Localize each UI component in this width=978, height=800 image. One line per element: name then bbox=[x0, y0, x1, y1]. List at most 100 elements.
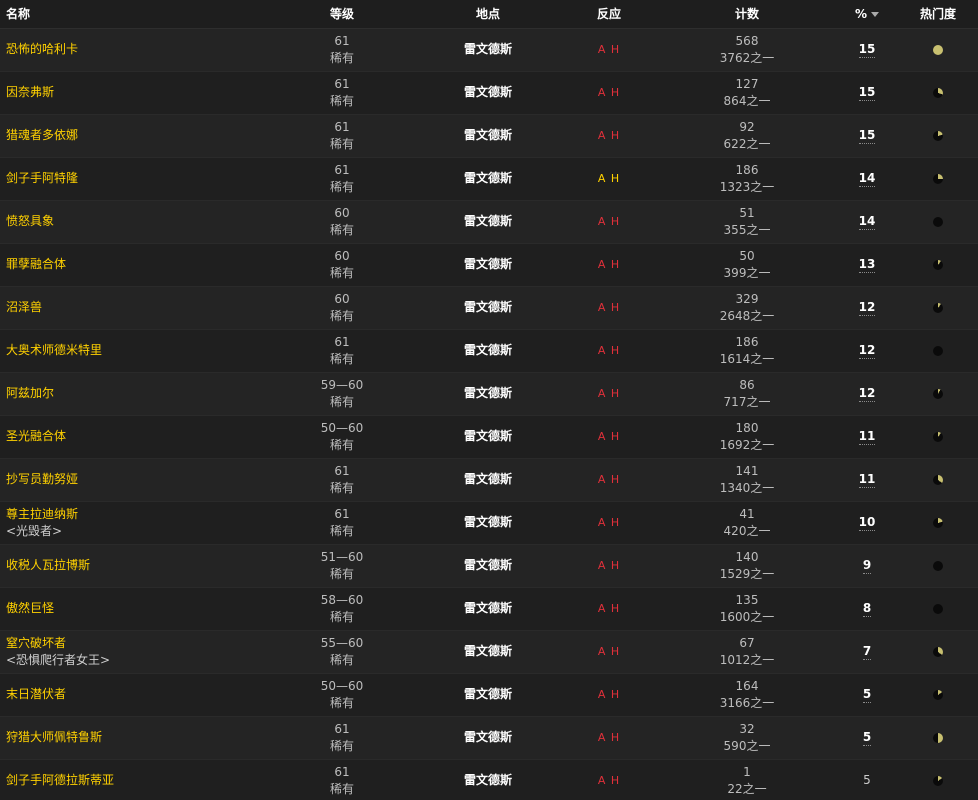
location-link[interactable]: 雷文德斯 bbox=[464, 171, 512, 185]
drop-percent[interactable]: 10 bbox=[858, 515, 876, 531]
column-header-name[interactable]: 名称 bbox=[0, 0, 268, 29]
table-row[interactable]: 剑子手阿特隆 61 稀有 雷文德斯 A H 186 1323之一 14 bbox=[0, 157, 978, 200]
column-header-reaction[interactable]: 反应 bbox=[560, 0, 658, 29]
npc-name-link[interactable]: 尊主拉迪纳斯 bbox=[6, 506, 268, 523]
column-header-popularity[interactable]: 热门度 bbox=[898, 0, 978, 29]
drop-percent[interactable]: 12 bbox=[858, 343, 876, 359]
location-link[interactable]: 雷文德斯 bbox=[464, 343, 512, 357]
drop-percent[interactable]: 7 bbox=[862, 644, 872, 660]
location-link[interactable]: 雷文德斯 bbox=[464, 515, 512, 529]
reaction-cell: A H bbox=[560, 329, 658, 372]
drop-percent[interactable]: 15 bbox=[858, 42, 876, 58]
npc-name-link[interactable]: 阿兹加尔 bbox=[6, 385, 268, 402]
table-row[interactable]: 窒穴破坏者 <恐惧爬行者女王> 55—60 稀有 雷文德斯 A H 67 1012之一 7 bbox=[0, 630, 978, 673]
table-row[interactable]: 恐怖的哈利卡 61 稀有 雷文德斯 A H 568 3762之一 15 bbox=[0, 28, 978, 71]
drop-total: 622之一 bbox=[723, 136, 771, 151]
table-row[interactable]: 圣光融合体 50—60 稀有 雷文德斯 A H 180 1692之一 11 bbox=[0, 415, 978, 458]
npc-name-link[interactable]: 圣光融合体 bbox=[6, 428, 268, 445]
location-link[interactable]: 雷文德斯 bbox=[464, 472, 512, 486]
table-row[interactable]: 罪孽融合体 60 稀有 雷文德斯 A H 50 399之一 13 bbox=[0, 243, 978, 286]
location-link[interactable]: 雷文德斯 bbox=[464, 601, 512, 615]
drop-total: 420之一 bbox=[723, 523, 771, 538]
npc-level: 50—60 bbox=[320, 420, 364, 435]
popularity-cell bbox=[898, 544, 978, 587]
npc-name-link[interactable]: 狩猎大师佩特鲁斯 bbox=[6, 729, 268, 746]
npc-name-link[interactable]: 罪孽融合体 bbox=[6, 256, 268, 273]
drop-percent[interactable]: 15 bbox=[858, 128, 876, 144]
table-row[interactable]: 愤怒具象 60 稀有 雷文德斯 A H 51 355之一 14 bbox=[0, 200, 978, 243]
popularity-pie-icon bbox=[933, 517, 943, 528]
npc-name-link[interactable]: 傲然巨怪 bbox=[6, 600, 268, 617]
popularity-pie-icon bbox=[933, 87, 943, 98]
drop-percent[interactable]: 13 bbox=[858, 257, 876, 273]
npc-name-link[interactable]: 因奈弗斯 bbox=[6, 84, 268, 101]
location-link[interactable]: 雷文德斯 bbox=[464, 687, 512, 701]
npc-name-link[interactable]: 猎魂者多依娜 bbox=[6, 127, 268, 144]
table-row[interactable]: 尊主拉迪纳斯 <光毁者> 61 稀有 雷文德斯 A H 41 420之一 10 bbox=[0, 501, 978, 544]
location-link[interactable]: 雷文德斯 bbox=[464, 730, 512, 744]
npc-name-link[interactable]: 抄写员勤努娅 bbox=[6, 471, 268, 488]
popularity-cell bbox=[898, 200, 978, 243]
count-cell: 329 2648之一 bbox=[658, 286, 836, 329]
drop-percent[interactable]: 11 bbox=[858, 472, 876, 488]
location-link[interactable]: 雷文德斯 bbox=[464, 773, 512, 787]
column-header-location[interactable]: 地点 bbox=[416, 0, 560, 29]
drop-percent[interactable]: 15 bbox=[858, 85, 876, 101]
location-link[interactable]: 雷文德斯 bbox=[464, 85, 512, 99]
table-row[interactable]: 狩猎大师佩特鲁斯 61 稀有 雷文德斯 A H 32 590之一 5 bbox=[0, 716, 978, 759]
table-row[interactable]: 收税人瓦拉博斯 51—60 稀有 雷文德斯 A H 140 1529之一 9 bbox=[0, 544, 978, 587]
level-cell: 61 稀有 bbox=[268, 716, 416, 759]
table-row[interactable]: 因奈弗斯 61 稀有 雷文德斯 A H 127 864之一 15 bbox=[0, 71, 978, 114]
reaction-indicator: A H bbox=[597, 688, 621, 701]
reaction-cell: A H bbox=[560, 415, 658, 458]
location-link[interactable]: 雷文德斯 bbox=[464, 128, 512, 142]
npc-classification: 稀有 bbox=[329, 351, 354, 366]
reaction-cell: A H bbox=[560, 630, 658, 673]
level-cell: 59—60 稀有 bbox=[268, 372, 416, 415]
location-link[interactable]: 雷文德斯 bbox=[464, 429, 512, 443]
npc-name-link[interactable]: 剑子手阿特隆 bbox=[6, 170, 268, 187]
location-link[interactable]: 雷文德斯 bbox=[464, 300, 512, 314]
npc-name-link[interactable]: 末日潜伏者 bbox=[6, 686, 268, 703]
column-header-percent[interactable]: % bbox=[836, 0, 898, 29]
location-link[interactable]: 雷文德斯 bbox=[464, 644, 512, 658]
table-row[interactable]: 阿兹加尔 59—60 稀有 雷文德斯 A H 86 717之一 12 bbox=[0, 372, 978, 415]
table-row[interactable]: 猎魂者多依娜 61 稀有 雷文德斯 A H 92 622之一 15 bbox=[0, 114, 978, 157]
drop-percent[interactable]: 9 bbox=[862, 558, 872, 574]
location-link[interactable]: 雷文德斯 bbox=[464, 214, 512, 228]
table-row[interactable]: 傲然巨怪 58—60 稀有 雷文德斯 A H 135 1600之一 8 bbox=[0, 587, 978, 630]
drop-percent[interactable]: 11 bbox=[858, 429, 876, 445]
drop-percent[interactable]: 8 bbox=[862, 601, 872, 617]
table-row[interactable]: 剑子手阿德拉斯蒂亚 61 稀有 雷文德斯 A H 1 22之一 5 bbox=[0, 759, 978, 800]
location-link[interactable]: 雷文德斯 bbox=[464, 558, 512, 572]
name-cell: 阿兹加尔 bbox=[0, 372, 268, 415]
drop-percent[interactable]: 14 bbox=[858, 171, 876, 187]
table-row[interactable]: 大奥术师德米特里 61 稀有 雷文德斯 A H 186 1614之一 12 bbox=[0, 329, 978, 372]
popularity-pie-icon bbox=[933, 646, 943, 657]
npc-name-link[interactable]: 剑子手阿德拉斯蒂亚 bbox=[6, 772, 268, 789]
npc-name-link[interactable]: 窒穴破坏者 bbox=[6, 635, 268, 652]
popularity-cell bbox=[898, 587, 978, 630]
popularity-pie-icon bbox=[933, 130, 943, 141]
npc-name-link[interactable]: 沼泽兽 bbox=[6, 299, 268, 316]
drop-percent[interactable]: 5 bbox=[862, 687, 872, 703]
location-link[interactable]: 雷文德斯 bbox=[464, 42, 512, 56]
drop-percent[interactable]: 5 bbox=[863, 773, 871, 788]
location-link[interactable]: 雷文德斯 bbox=[464, 386, 512, 400]
drop-percent[interactable]: 14 bbox=[858, 214, 876, 230]
drop-total: 1012之一 bbox=[719, 652, 775, 667]
table-row[interactable]: 抄写员勤努娅 61 稀有 雷文德斯 A H 141 1340之一 11 bbox=[0, 458, 978, 501]
drop-percent[interactable]: 12 bbox=[858, 386, 876, 402]
column-header-level[interactable]: 等级 bbox=[268, 0, 416, 29]
location-link[interactable]: 雷文德斯 bbox=[464, 257, 512, 271]
count-cell: 164 3166之一 bbox=[658, 673, 836, 716]
table-row[interactable]: 末日潜伏者 50—60 稀有 雷文德斯 A H 164 3166之一 5 bbox=[0, 673, 978, 716]
npc-name-link[interactable]: 大奥术师德米特里 bbox=[6, 342, 268, 359]
drop-percent[interactable]: 5 bbox=[862, 730, 872, 746]
npc-name-link[interactable]: 愤怒具象 bbox=[6, 213, 268, 230]
column-header-count[interactable]: 计数 bbox=[658, 0, 836, 29]
npc-name-link[interactable]: 恐怖的哈利卡 bbox=[6, 41, 268, 58]
table-row[interactable]: 沼泽兽 60 稀有 雷文德斯 A H 329 2648之一 12 bbox=[0, 286, 978, 329]
drop-percent[interactable]: 12 bbox=[858, 300, 876, 316]
npc-name-link[interactable]: 收税人瓦拉博斯 bbox=[6, 557, 268, 574]
